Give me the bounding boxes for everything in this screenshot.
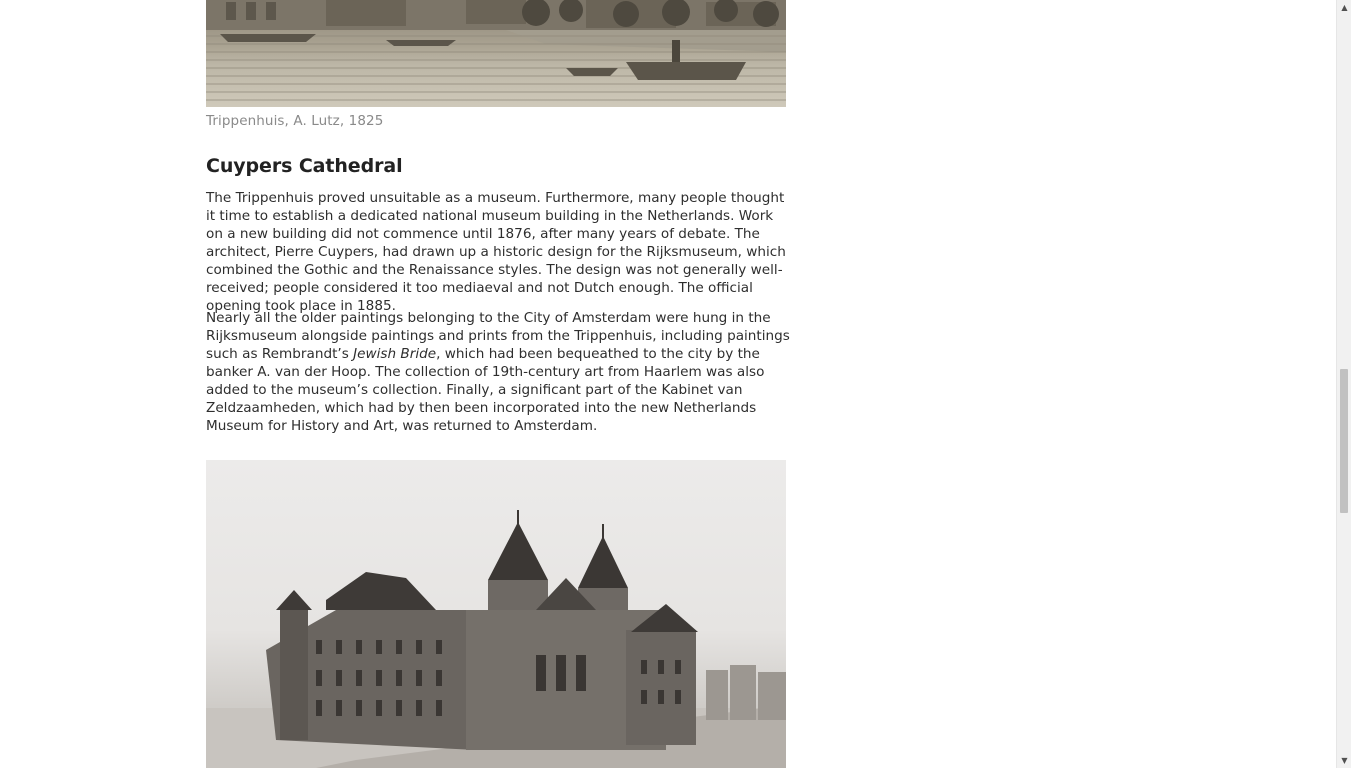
- vertical-scrollbar[interactable]: ▲ ▼: [1336, 0, 1351, 768]
- artwork-title: Jewish Bride: [353, 346, 437, 362]
- scroll-up-arrow-icon[interactable]: ▲: [1337, 0, 1351, 15]
- trippenhuis-image: [206, 0, 786, 107]
- paragraph-1: The Trippenhuis proved unsuitable as a m…: [206, 190, 786, 314]
- image-caption: Trippenhuis, A. Lutz, 1825: [206, 113, 384, 129]
- scroll-down-arrow-icon[interactable]: ▼: [1337, 753, 1351, 768]
- rijksmuseum-image: [206, 460, 786, 768]
- section-heading: Cuypers Cathedral: [206, 155, 403, 177]
- scrollbar-thumb[interactable]: [1340, 369, 1348, 513]
- paragraph-2: Nearly all the older paintings belonging…: [206, 309, 790, 435]
- page: Trippenhuis, A. Lutz, 1825 Cuypers Cathe…: [0, 0, 1351, 768]
